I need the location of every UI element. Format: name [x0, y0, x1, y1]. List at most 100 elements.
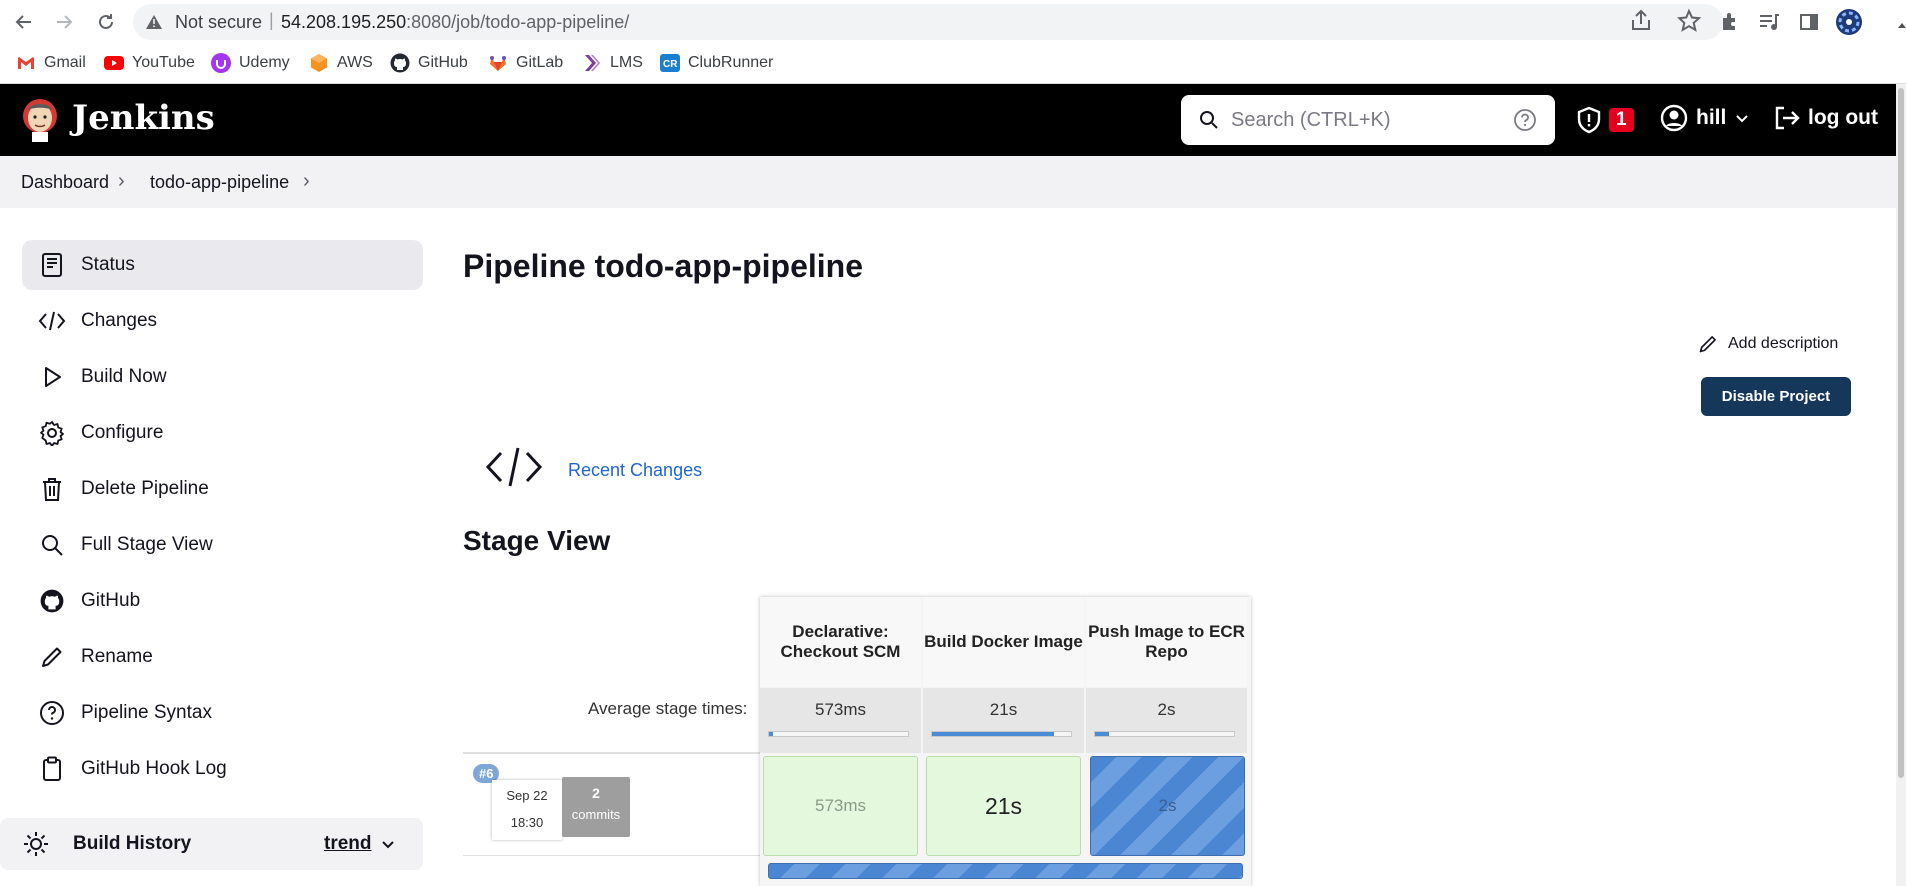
- stage-header: Build Docker Image: [923, 597, 1084, 687]
- bookmark-github[interactable]: GitHub: [390, 53, 468, 73]
- sidebar-item-label: GitHub Hook Log: [81, 758, 227, 779]
- avg-progress-fill: [1095, 732, 1109, 736]
- sidebar-item-label: Rename: [81, 646, 153, 667]
- chevron-down-icon: [1736, 115, 1749, 123]
- side-panel-icon: [1800, 14, 1818, 30]
- commits-badge[interactable]: 2 commits: [562, 777, 630, 837]
- sidebar-item-label: Full Stage View: [81, 534, 213, 555]
- sidebar-item-label: Build Now: [81, 366, 167, 387]
- breadcrumb-dashboard[interactable]: Dashboard: [21, 172, 109, 193]
- trash-icon: [38, 475, 66, 503]
- jenkins-title[interactable]: Jenkins: [72, 98, 215, 138]
- sidebar-item-configure[interactable]: Configure: [22, 408, 423, 458]
- bookmark-youtube[interactable]: YouTube: [104, 53, 195, 73]
- commits-label: commits: [571, 807, 621, 822]
- page-scrollbar[interactable]: [1896, 84, 1906, 886]
- pencil-icon: [1699, 336, 1716, 353]
- share-button[interactable]: [1628, 8, 1654, 39]
- build-history-header[interactable]: Build History trend: [0, 818, 423, 870]
- stage-cell-running[interactable]: 2s: [1090, 756, 1245, 856]
- sidebar-item-delete-pipeline[interactable]: Delete Pipeline: [22, 464, 423, 514]
- avg-time-cell: 573ms: [760, 688, 921, 753]
- arrow-left-icon: [15, 15, 31, 29]
- help-icon[interactable]: [1513, 108, 1537, 132]
- search-box[interactable]: [1181, 95, 1555, 145]
- gitlab-icon: [488, 53, 508, 73]
- address-bar[interactable]: Not secure | 54.208.195.250:8080/job/tod…: [133, 4, 1723, 40]
- avg-time: 573ms: [814, 700, 867, 719]
- bookmark-clubrunner[interactable]: CR ClubRunner: [660, 53, 773, 73]
- sidebar-item-status[interactable]: Status: [22, 240, 423, 290]
- jenkins-logo[interactable]: [20, 96, 60, 149]
- forward-button[interactable]: [50, 8, 78, 36]
- logout-button[interactable]: log out: [1772, 104, 1878, 132]
- code-icon: [485, 447, 543, 487]
- chevron-right-icon[interactable]: ›: [118, 170, 125, 193]
- search-input[interactable]: [1231, 103, 1501, 137]
- scrollbar-arrow: [1898, 16, 1906, 28]
- sidebar-item-changes[interactable]: Changes: [22, 296, 423, 346]
- breadcrumb-job[interactable]: todo-app-pipeline: [150, 172, 289, 193]
- status-icon: [38, 251, 66, 279]
- security-alert-button[interactable]: 1: [1575, 106, 1634, 134]
- bookmark-star-button[interactable]: [1676, 8, 1702, 39]
- bookmark-udemy[interactable]: Udemy: [211, 53, 290, 73]
- chevron-right-icon[interactable]: ›: [303, 170, 310, 193]
- stage-cell-success[interactable]: 21s: [926, 756, 1081, 856]
- recent-changes-link[interactable]: Recent Changes: [568, 460, 702, 481]
- stage-cell-time: 2s: [1158, 796, 1177, 815]
- commits-count: 2: [592, 785, 600, 801]
- extensions-button[interactable]: [1716, 8, 1744, 36]
- add-description-link[interactable]: Add description: [1698, 334, 1838, 354]
- playlist-icon: [1760, 14, 1779, 30]
- arrow-right-icon: [57, 15, 73, 29]
- sidebar-item-pipeline-syntax[interactable]: Pipeline Syntax: [22, 688, 423, 738]
- aws-icon: [309, 53, 329, 73]
- sidebar-item-rename[interactable]: Rename: [22, 632, 423, 682]
- bookmark-lms[interactable]: LMS: [582, 53, 643, 73]
- user-menu[interactable]: hill: [1660, 104, 1750, 132]
- lms-icon: [582, 53, 602, 73]
- sidebar-item-label: Configure: [81, 422, 164, 443]
- stage-cell-time: 21s: [984, 792, 1023, 819]
- stage-header: Declarative: Checkout SCM: [760, 597, 921, 687]
- stage-header: Push Image to ECR Repo: [1086, 597, 1247, 687]
- build-time: 18:30: [510, 815, 544, 830]
- profile-button[interactable]: [1835, 8, 1863, 36]
- bookmark-gmail[interactable]: Gmail: [16, 53, 86, 73]
- scrollbar-thumb[interactable]: [1898, 88, 1904, 778]
- bookmark-gitlab[interactable]: GitLab: [488, 53, 563, 73]
- reload-button[interactable]: [92, 8, 120, 36]
- security-count-badge: 1: [1609, 108, 1634, 132]
- sidebar-item-full-stage-view[interactable]: Full Stage View: [22, 520, 423, 570]
- sun-icon: [24, 832, 48, 856]
- bookmarks-bar: Gmail YouTube Udemy AWS GitHub GitLab LM…: [0, 44, 1906, 84]
- sidebar-item-github-hook-log[interactable]: GitHub Hook Log: [22, 744, 423, 794]
- chevron-down-icon[interactable]: [380, 836, 396, 852]
- media-button[interactable]: [1755, 8, 1783, 36]
- scroll-up-icon: [1898, 23, 1906, 28]
- url-separator: |: [269, 10, 274, 30]
- sidebar-item-label: Delete Pipeline: [81, 478, 209, 499]
- side-panel-button[interactable]: [1795, 8, 1823, 36]
- profile-avatar-icon: [1836, 9, 1862, 35]
- youtube-icon: [104, 53, 124, 73]
- security-label: Not secure: [175, 12, 263, 32]
- sidebar-item-github[interactable]: GitHub: [22, 576, 423, 626]
- sidebar-item-label: Pipeline Syntax: [81, 702, 212, 723]
- disable-project-button[interactable]: Disable Project: [1701, 377, 1851, 416]
- avg-time: 2s: [1157, 700, 1176, 719]
- user-icon: [1660, 104, 1688, 132]
- bookmark-label: LMS: [610, 54, 643, 71]
- avg-progress-bar: [1094, 731, 1235, 737]
- add-description-label: Add description: [1728, 335, 1839, 352]
- sidebar-item-build-now[interactable]: Build Now: [22, 352, 423, 402]
- bookmark-aws[interactable]: AWS: [309, 53, 373, 73]
- bookmark-label: GitLab: [516, 54, 564, 71]
- gmail-icon: [16, 53, 36, 73]
- back-button[interactable]: [10, 8, 38, 36]
- trend-link[interactable]: trend: [324, 833, 372, 855]
- stage-cell-success[interactable]: 573ms: [763, 756, 918, 856]
- bookmark-label: Udemy: [239, 54, 290, 71]
- browser-toolbar: Not secure | 54.208.195.250:8080/job/tod…: [0, 0, 1906, 44]
